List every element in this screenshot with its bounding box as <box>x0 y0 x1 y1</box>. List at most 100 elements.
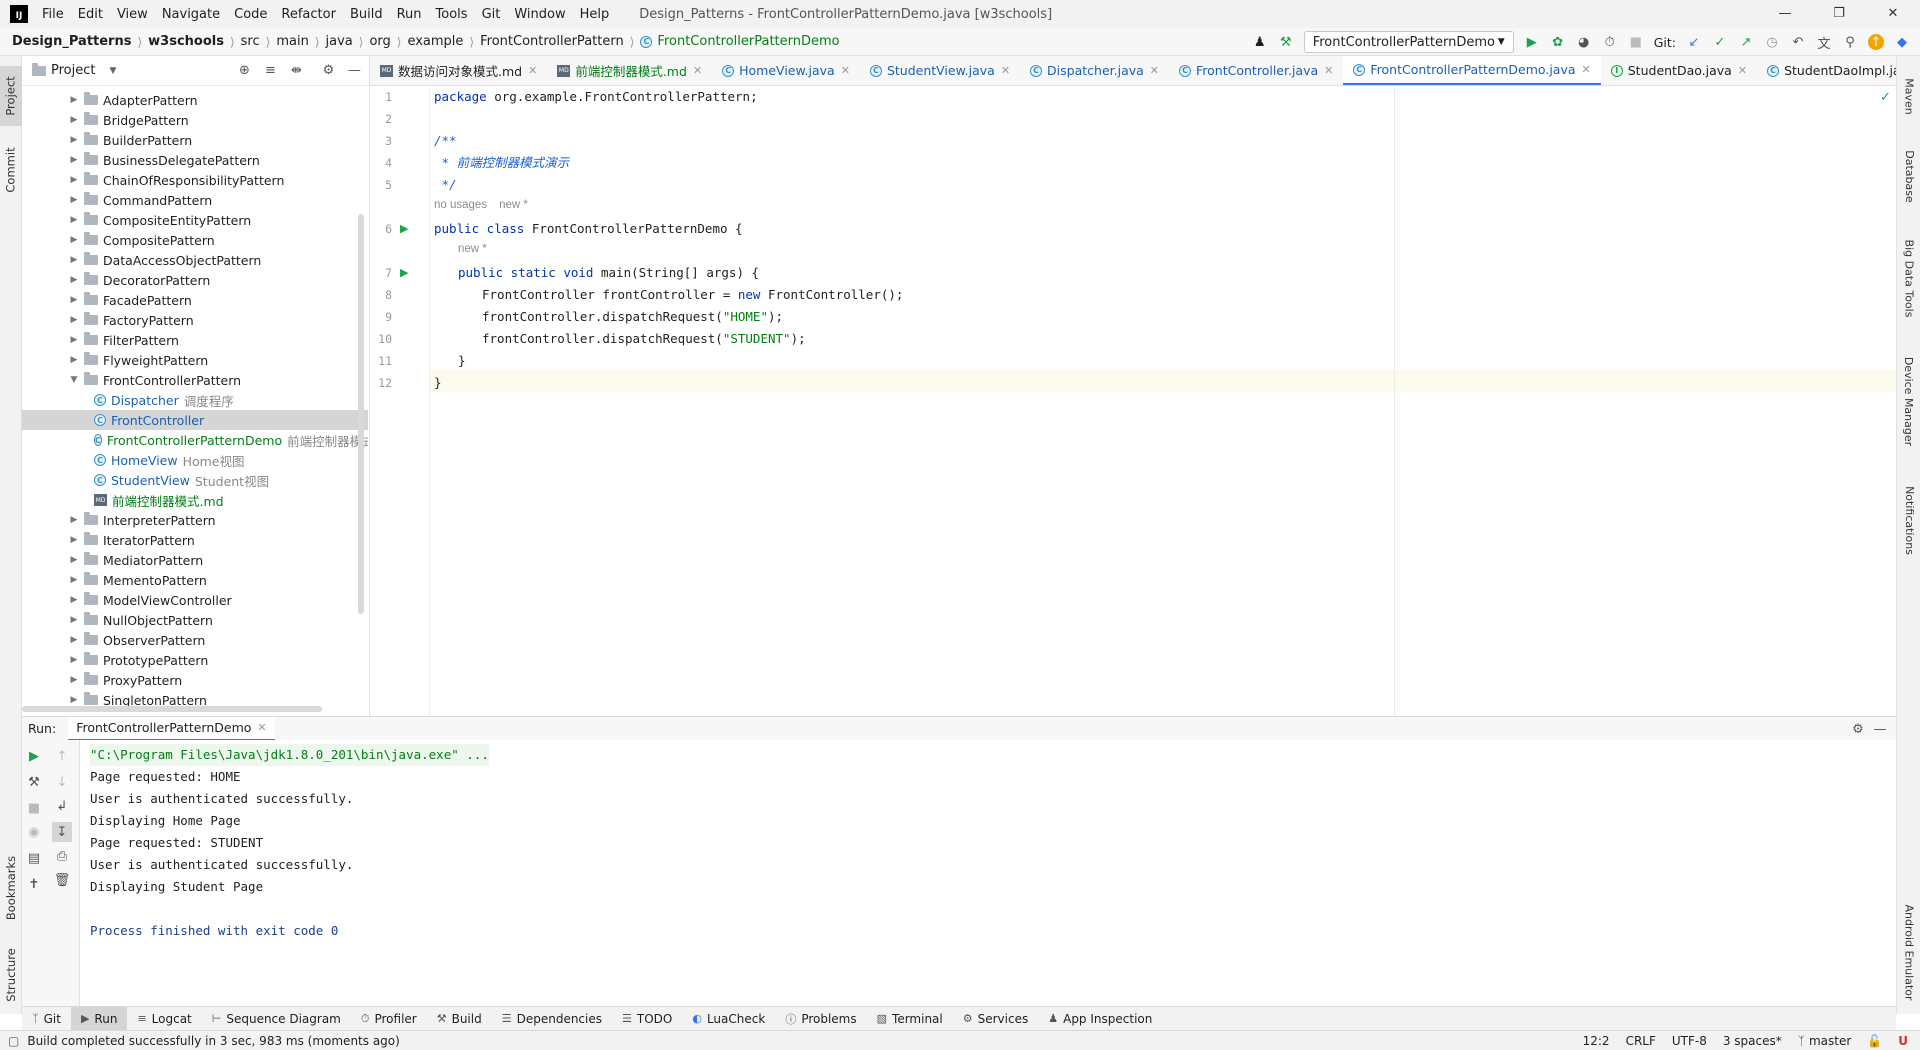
close-icon[interactable]: ✕ <box>1150 64 1159 77</box>
breadcrumb-org[interactable]: org <box>369 34 390 49</box>
tool-git[interactable]: ᛉ Git <box>22 1007 71 1031</box>
tool-logcat[interactable]: ≡ Logcat <box>127 1007 201 1031</box>
menu-help[interactable]: Help <box>580 7 610 22</box>
git-branch[interactable]: ᛉ master <box>1798 1034 1852 1048</box>
tool-tab-structure[interactable]: Structure <box>0 940 22 1010</box>
tab-dispatcher[interactable]: C Dispatcher.java ✕ <box>1020 56 1169 85</box>
indent-setting[interactable]: 3 spaces* <box>1723 1034 1782 1048</box>
tool-todo[interactable]: ☰ TODO <box>612 1007 682 1031</box>
tool-dependencies[interactable]: ☰ Dependencies <box>492 1007 612 1031</box>
tree-file[interactable]: C Dispatcher 调度程序 <box>22 390 368 410</box>
tree-folder-expanded[interactable]: ▼ FrontControllerPattern <box>22 370 368 390</box>
tool-luacheck[interactable]: ◐ LuaCheck <box>682 1007 775 1031</box>
tool-tab-big-data-tools[interactable]: Big Data Tools <box>1898 228 1920 328</box>
tree-folder[interactable]: ▶ MediatorPattern <box>22 550 368 570</box>
tool-profiler[interactable]: ⏱ Profiler <box>351 1007 427 1031</box>
tab-studentview[interactable]: C StudentView.java ✕ <box>860 56 1020 85</box>
menu-view[interactable]: View <box>117 7 148 22</box>
tree-folder[interactable]: ▶ BusinessDelegatePattern <box>22 150 368 170</box>
tree-file-selected[interactable]: C FrontController <box>22 410 368 430</box>
tool-tab-android-emulator[interactable]: Android Emulator <box>1898 892 1920 1012</box>
tool-build[interactable]: ⚒ Build <box>427 1007 492 1031</box>
tab-homeview[interactable]: C HomeView.java ✕ <box>712 56 860 85</box>
close-icon[interactable]: ✕ <box>1582 63 1591 76</box>
tree-folder[interactable]: ▶ CompositePattern <box>22 230 368 250</box>
no-problems-check-icon[interactable]: ✓ <box>1880 90 1891 105</box>
tree-file[interactable]: C StudentView Student视图 <box>22 470 368 490</box>
search-icon[interactable]: ⚲ <box>1842 34 1858 50</box>
tree-scrollbar[interactable] <box>358 214 364 614</box>
tree-folder[interactable]: ▶ DataAccessObjectPattern <box>22 250 368 270</box>
tree-folder[interactable]: ▶ ProxyPattern <box>22 670 368 690</box>
translate-icon[interactable]: 文 <box>1816 34 1832 52</box>
tool-run[interactable]: ▶ Run <box>70 1006 128 1031</box>
layout-icon[interactable]: ▤ <box>26 850 42 866</box>
hide-icon[interactable]: — <box>346 63 362 79</box>
tool-tab-project[interactable]: Project <box>0 66 22 126</box>
menu-window[interactable]: Window <box>514 7 565 22</box>
git-push-icon[interactable]: ↗ <box>1738 34 1754 50</box>
tree-folder[interactable]: ▶ DecoratorPattern <box>22 270 368 290</box>
wrench-icon[interactable]: ⚒ <box>26 774 42 790</box>
tool-tab-device-manager[interactable]: Device Manager <box>1898 346 1920 456</box>
tree-file[interactable]: CFrontControllerPatternDemo前端控制器模式演 <box>22 430 368 450</box>
gear-icon[interactable]: ⚙ <box>320 63 336 79</box>
close-icon[interactable]: ✕ <box>528 64 537 77</box>
gear-icon[interactable]: ⚙ <box>1850 721 1866 737</box>
breadcrumb-package[interactable]: FrontControllerPattern <box>480 34 624 49</box>
menu-navigate[interactable]: Navigate <box>162 7 220 22</box>
close-icon[interactable]: ✕ <box>1001 64 1010 77</box>
tree-folder[interactable]: ▶ IteratorPattern <box>22 530 368 550</box>
hammer-icon[interactable]: ⚒ <box>1278 34 1294 50</box>
tree-horizontal-scrollbar[interactable] <box>22 706 322 712</box>
tab-data-access-md[interactable]: MD 数据访问对象模式.md ✕ <box>370 56 547 85</box>
caret-position[interactable]: 12:2 <box>1583 1034 1610 1048</box>
menu-build[interactable]: Build <box>350 7 383 22</box>
close-icon[interactable]: ✕ <box>1866 0 1920 28</box>
project-view-select[interactable]: Project <box>51 63 95 78</box>
tool-tab-database[interactable]: Database <box>1898 136 1920 216</box>
breadcrumb-java[interactable]: java <box>326 34 353 49</box>
code-editor[interactable]: package org.example.FrontControllerPatte… <box>430 86 1896 716</box>
ide-logo-icon[interactable]: ◆ <box>1894 34 1910 50</box>
tree-folder[interactable]: ▶ AdapterPattern <box>22 90 368 110</box>
lock-icon[interactable]: 🔓 <box>1867 1034 1882 1048</box>
close-icon[interactable]: ✕ <box>1738 64 1747 77</box>
tool-tab-maven[interactable]: Maven <box>1898 68 1920 124</box>
tree-folder[interactable]: ▶ MementoPattern <box>22 570 368 590</box>
breadcrumb-project[interactable]: Design_Patterns <box>12 34 131 49</box>
tool-tab-notifications[interactable]: Notifications <box>1898 470 1920 570</box>
tree-folder[interactable]: ▶ BuilderPattern <box>22 130 368 150</box>
tree-folder[interactable]: ▶ FacadePattern <box>22 290 368 310</box>
tree-folder[interactable]: ▶ PrototypePattern <box>22 650 368 670</box>
breadcrumb-src[interactable]: src <box>241 34 260 49</box>
error-report-icon[interactable]: U <box>1898 1034 1908 1048</box>
inlay-hint[interactable]: new * <box>458 240 487 258</box>
tool-sequence-diagram[interactable]: ⊢ Sequence Diagram <box>202 1007 351 1031</box>
locate-icon[interactable]: ⊕ <box>236 63 252 79</box>
trash-icon[interactable]: 🗑 <box>54 872 71 888</box>
tree-folder[interactable]: ▶ CompositeEntityPattern <box>22 210 368 230</box>
tab-studentdao[interactable]: I StudentDao.java ✕ <box>1601 56 1757 85</box>
user-icon[interactable]: ♟ <box>1252 34 1268 50</box>
debug-icon[interactable]: ✿ <box>1550 34 1566 50</box>
menu-file[interactable]: File <box>42 7 64 22</box>
tool-tab-bookmarks[interactable]: Bookmarks <box>0 848 22 928</box>
breadcrumb-module[interactable]: w3schools <box>148 34 224 49</box>
breadcrumb-example[interactable]: example <box>407 34 463 49</box>
tree-folder[interactable]: ▶ FilterPattern <box>22 330 368 350</box>
menu-edit[interactable]: Edit <box>78 7 103 22</box>
tree-folder[interactable]: ▶ BridgePattern <box>22 110 368 130</box>
down-icon[interactable]: ↓ <box>54 774 70 790</box>
run-icon[interactable]: ▶ <box>1524 34 1540 50</box>
tree-folder[interactable]: ▶ InterpreterPattern <box>22 510 368 530</box>
close-icon[interactable]: ✕ <box>1324 64 1333 77</box>
tool-services[interactable]: ⚙ Services <box>953 1007 1038 1031</box>
rerun-icon[interactable]: ▶ <box>26 748 42 764</box>
rollback-icon[interactable]: ↶ <box>1790 34 1806 50</box>
hide-icon[interactable]: — <box>1872 721 1888 737</box>
tree-folder[interactable]: ▶ ChainOfResponsibilityPattern <box>22 170 368 190</box>
tree-folder[interactable]: ▶ FactoryPattern <box>22 310 368 330</box>
tab-frontcontroller[interactable]: C FrontController.java ✕ <box>1169 56 1343 85</box>
close-icon[interactable]: ✕ <box>841 64 850 77</box>
